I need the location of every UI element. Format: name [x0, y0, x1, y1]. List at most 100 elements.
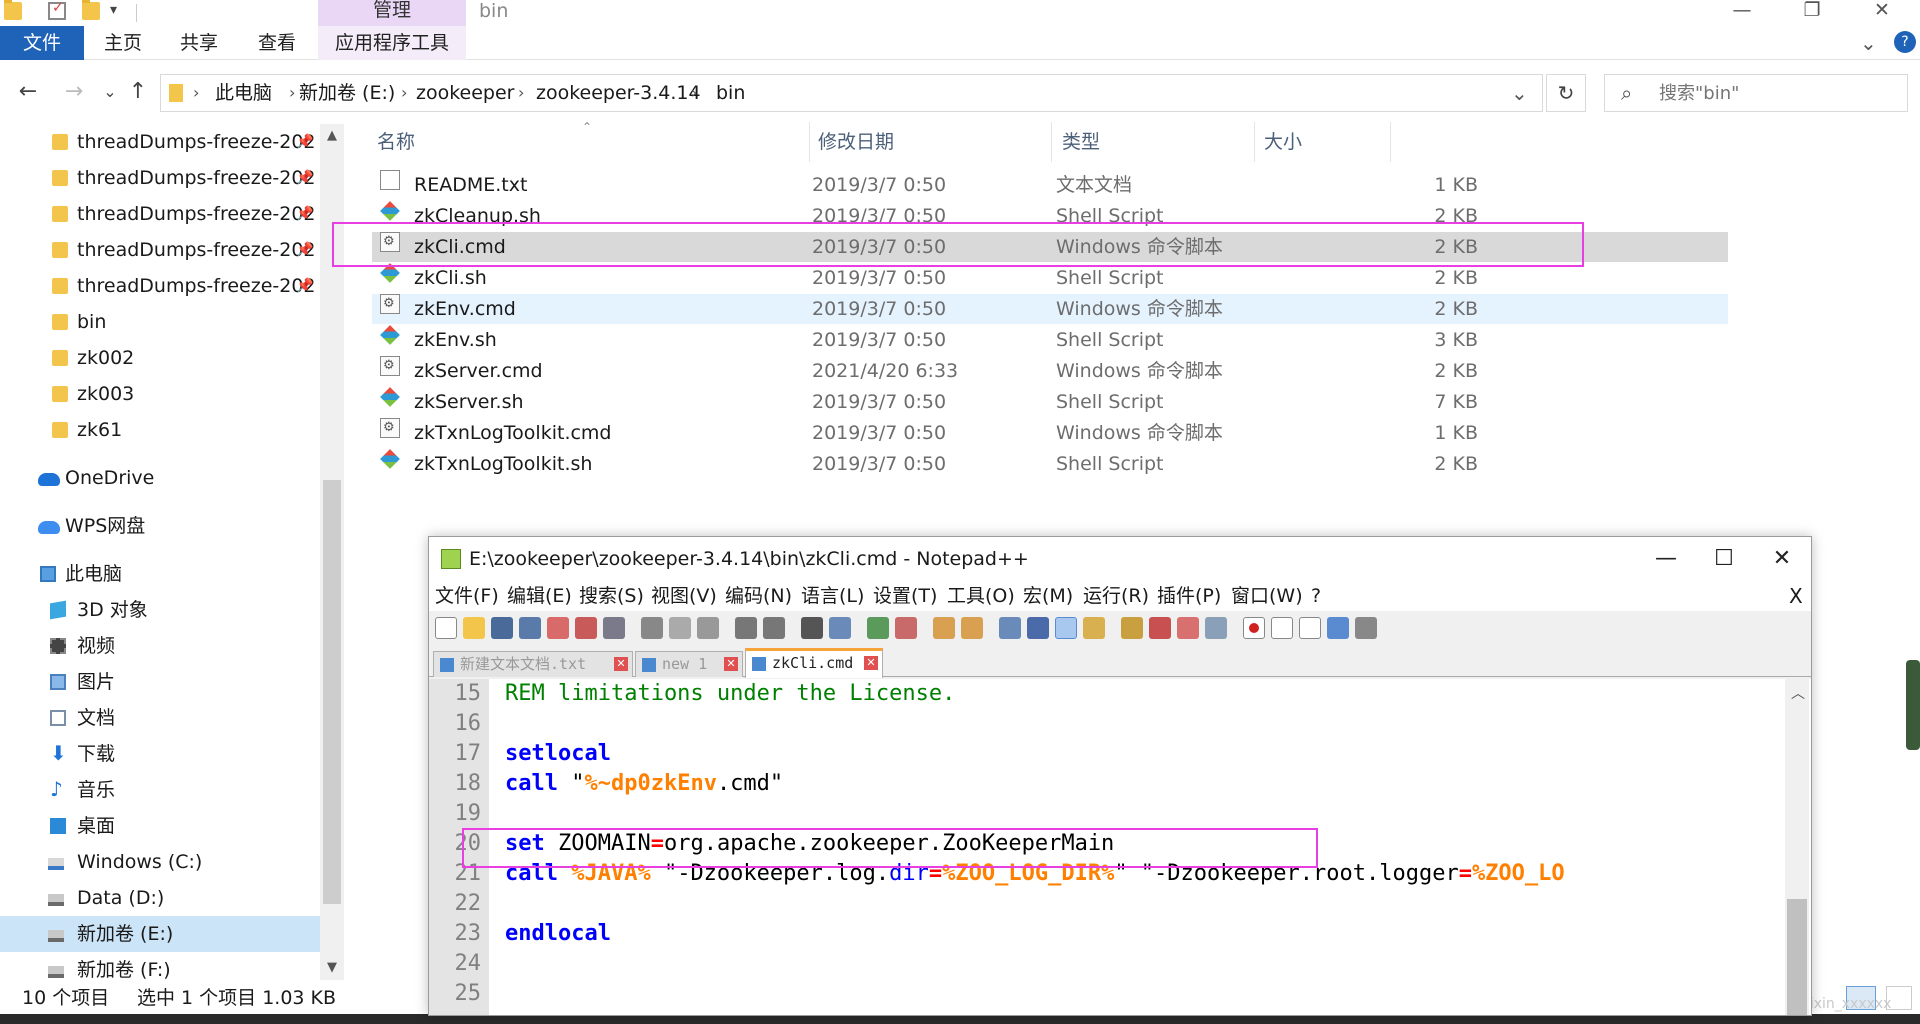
nav-item-documents[interactable]: 文档: [0, 700, 320, 736]
record-macro-icon[interactable]: [1243, 617, 1265, 639]
nav-item-threaddumps-1[interactable]: threadDumps-freeze-202 📌: [0, 124, 320, 160]
breadcrumb-bin[interactable]: bin: [716, 75, 745, 111]
tab-zkcli-cmd[interactable]: zkCli.cmd ✕: [745, 648, 883, 678]
nav-item-videos[interactable]: 视频: [0, 628, 320, 664]
menu-window[interactable]: 窗口(W): [1231, 581, 1303, 611]
expand-ribbon-icon[interactable]: ⌄: [1860, 26, 1877, 60]
close-document-button[interactable]: X: [1789, 581, 1803, 611]
nav-item-pictures[interactable]: 图片: [0, 664, 320, 700]
manage-tab[interactable]: 管理: [318, 0, 466, 26]
copy-icon[interactable]: [669, 617, 691, 639]
restore-button[interactable]: ❐: [1792, 0, 1832, 22]
tab-home[interactable]: 主页: [104, 26, 142, 60]
scroll-down-icon[interactable]: ▼: [320, 960, 344, 975]
folder-as-workspace-icon[interactable]: [1177, 617, 1199, 639]
menu-view[interactable]: 视图(V): [651, 581, 717, 611]
tab-share[interactable]: 共享: [180, 26, 218, 60]
menu-plugins[interactable]: 插件(P): [1157, 581, 1221, 611]
sync-horizontal-icon[interactable]: [961, 617, 983, 639]
cut-icon[interactable]: [641, 617, 663, 639]
npp-close-button[interactable]: ✕: [1753, 537, 1811, 581]
scroll-up-icon[interactable]: ︿: [1791, 683, 1805, 703]
address-dropdown-icon[interactable]: ⌄: [1511, 75, 1528, 111]
open-file-icon[interactable]: [463, 617, 485, 639]
menu-help[interactable]: ?: [1311, 581, 1321, 611]
nav-item-drive-d[interactable]: Data (D:): [0, 880, 320, 916]
breadcrumb-drive-e[interactable]: 新加卷 (E:): [299, 75, 395, 111]
tab-new-text-document[interactable]: 新建文本文档.txt ✕: [433, 651, 633, 677]
close-icon[interactable]: [547, 617, 569, 639]
nav-item-drive-e[interactable]: 新加卷 (E:): [0, 916, 320, 952]
nav-item-this-pc[interactable]: 此电脑: [0, 556, 320, 592]
nav-item-zk003[interactable]: zk003: [0, 376, 320, 412]
recent-locations-button[interactable]: ⌄: [96, 78, 124, 106]
menu-macro[interactable]: 宏(M): [1023, 581, 1073, 611]
editor-scrollbar[interactable]: ︿: [1785, 679, 1809, 1015]
nav-item-zk002[interactable]: zk002: [0, 340, 320, 376]
breadcrumb-zookeeper-version[interactable]: zookeeper-3.4.14: [536, 75, 701, 111]
nav-item-threaddumps-4[interactable]: threadDumps-freeze-202 📌: [0, 232, 320, 268]
new-file-icon[interactable]: [435, 617, 457, 639]
refresh-button[interactable]: ↻: [1546, 74, 1586, 112]
column-header-name[interactable]: 名称: [377, 124, 415, 160]
tab-app-tools[interactable]: 应用程序工具: [318, 26, 466, 60]
run-macro-multiple-icon[interactable]: [1327, 617, 1349, 639]
close-all-icon[interactable]: [575, 617, 597, 639]
column-header-date[interactable]: 修改日期: [818, 124, 894, 160]
menu-encoding[interactable]: 编码(N): [725, 581, 792, 611]
doc-map-icon[interactable]: [1121, 617, 1143, 639]
tab-view[interactable]: 查看: [258, 26, 296, 60]
npp-maximize-button[interactable]: ☐: [1695, 537, 1753, 581]
close-button[interactable]: ✕: [1862, 0, 1902, 22]
word-wrap-icon[interactable]: [999, 617, 1021, 639]
up-button[interactable]: ↑: [124, 78, 152, 106]
menu-run[interactable]: 运行(R): [1083, 581, 1149, 611]
tab-file[interactable]: 文件: [0, 26, 84, 60]
paste-icon[interactable]: [697, 617, 719, 639]
nav-item-music[interactable]: ♪ 音乐: [0, 772, 320, 808]
nav-item-downloads[interactable]: ⬇ 下载: [0, 736, 320, 772]
breadcrumb-zookeeper[interactable]: zookeeper: [416, 75, 515, 111]
stop-macro-icon[interactable]: [1271, 617, 1293, 639]
close-tab-icon[interactable]: ✕: [724, 657, 738, 671]
minimize-button[interactable]: —: [1722, 0, 1762, 22]
function-list-icon[interactable]: [1149, 617, 1171, 639]
file-row[interactable]: zkEnv.sh 2019/3/7 0:50 Shell Script 3 KB: [372, 325, 1728, 355]
language-icon[interactable]: [1083, 617, 1105, 639]
column-header-type[interactable]: 类型: [1062, 124, 1100, 160]
zoom-out-icon[interactable]: [895, 617, 917, 639]
nav-item-drive-f[interactable]: 新加卷 (F:): [0, 952, 320, 980]
file-row[interactable]: zkCli.sh 2019/3/7 0:50 Shell Script 2 KB: [372, 263, 1728, 293]
customize-quick-access-icon[interactable]: ▾: [110, 2, 128, 20]
file-row[interactable]: zkTxnLogToolkit.sh 2019/3/7 0:50 Shell Scr…: [372, 449, 1728, 479]
back-button[interactable]: ←: [14, 78, 42, 106]
pin-icon[interactable]: 📌: [296, 268, 313, 304]
nav-item-onedrive[interactable]: OneDrive: [0, 460, 320, 496]
nav-item-threaddumps-3[interactable]: threadDumps-freeze-202 📌: [0, 196, 320, 232]
pin-icon[interactable]: 📌: [296, 232, 313, 268]
undo-icon[interactable]: [735, 617, 757, 639]
npp-minimize-button[interactable]: —: [1637, 537, 1695, 581]
scrollbar-thumb[interactable]: [323, 480, 341, 904]
breadcrumb-this-pc[interactable]: 此电脑: [215, 75, 272, 111]
save-all-icon[interactable]: [519, 617, 541, 639]
play-macro-icon[interactable]: [1299, 617, 1321, 639]
redo-icon[interactable]: [763, 617, 785, 639]
file-row[interactable]: zkTxnLogToolkit.cmd2019/3/7 0:50Windows …: [372, 413, 1728, 448]
show-all-characters-icon[interactable]: [1027, 617, 1049, 639]
file-row[interactable]: zkEnv.cmd2019/3/7 0:50Windows 命令脚本2 KB: [372, 289, 1728, 324]
menu-language[interactable]: 语言(L): [801, 581, 864, 611]
find-icon[interactable]: [801, 617, 823, 639]
indent-guide-icon[interactable]: [1055, 617, 1077, 639]
print-icon[interactable]: [603, 617, 625, 639]
menu-file[interactable]: 文件(F): [435, 581, 499, 611]
pin-icon[interactable]: 📌: [296, 124, 313, 160]
forward-button[interactable]: →: [60, 78, 88, 106]
properties-icon[interactable]: ✓: [48, 0, 66, 20]
menu-edit[interactable]: 编辑(E): [507, 581, 572, 611]
close-tab-icon[interactable]: ✕: [614, 657, 628, 671]
save-macro-icon[interactable]: [1355, 617, 1377, 639]
zoom-in-icon[interactable]: [867, 617, 889, 639]
menu-tools[interactable]: 工具(O): [947, 581, 1015, 611]
menu-search[interactable]: 搜索(S): [579, 581, 644, 611]
